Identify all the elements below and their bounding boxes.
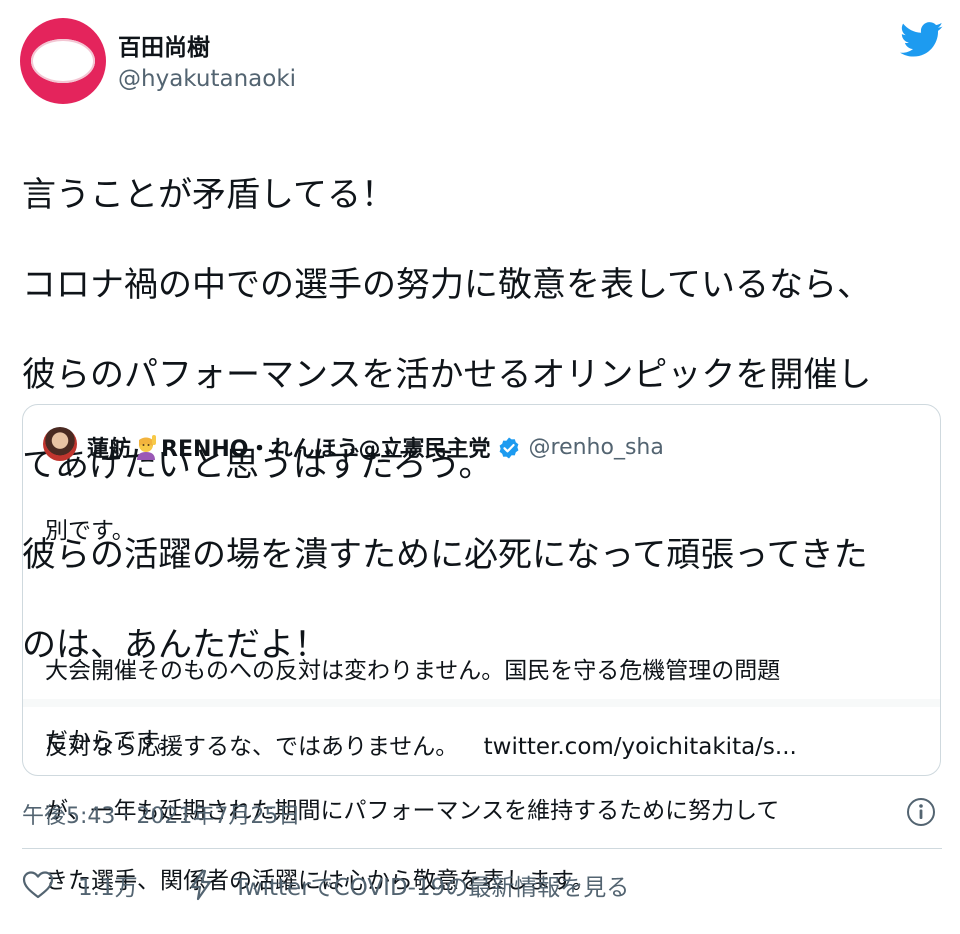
avatar-inner-ring bbox=[31, 39, 95, 83]
author-name[interactable]: 百田尚樹 bbox=[118, 28, 210, 62]
author-avatar[interactable] bbox=[20, 18, 106, 104]
tweet-actions: 1.1万 TwitterでCOVID-19の最新情報を見る bbox=[22, 868, 629, 902]
quoted-line bbox=[45, 584, 925, 619]
tweet-line: コロナ禍の中での選手の努力に敬意を表しているなら、 bbox=[22, 265, 871, 305]
tweet-line: 彼らのパフォーマンスを活かせるオリンピックを開催し bbox=[22, 355, 872, 395]
quoted-text-separator bbox=[23, 699, 940, 707]
tweet-line: 言うことが矛盾してる！ bbox=[22, 175, 395, 215]
quoted-tweet-last-line: 反対なら応援するな、ではありません。 twitter.com/yoichitak… bbox=[45, 727, 797, 761]
lightning-bolt-icon[interactable] bbox=[188, 869, 214, 901]
quoted-line: 大会開催そのものへの反対は変わりません。国民を守る危機管理の問題 bbox=[45, 658, 781, 684]
quoted-author-name-suffix[interactable]: RENHO・れんほう@立憲民主党 bbox=[161, 431, 491, 463]
actions-divider bbox=[22, 848, 942, 849]
quoted-author-avatar[interactable] bbox=[43, 427, 77, 461]
covid-info-link[interactable]: TwitterでCOVID-19の最新情報を見る bbox=[234, 868, 630, 902]
quoted-author-name[interactable]: 蓮舫 bbox=[87, 431, 131, 463]
verified-badge-icon bbox=[499, 437, 518, 459]
quoted-tweet-header: 蓮舫 RENHO・れんほう@立憲民主党 @renho_sha bbox=[87, 431, 664, 463]
heart-icon[interactable] bbox=[22, 870, 54, 900]
quoted-last-text: 反対なら応援するな、ではありません。 bbox=[45, 734, 459, 760]
author-handle[interactable]: @hyakutanaoki bbox=[118, 66, 296, 92]
person-raising-hand-emoji-icon bbox=[137, 435, 157, 460]
tweet-timestamp[interactable]: 午後5:43 · 2021年7月25日 bbox=[22, 798, 300, 830]
twitter-bird-icon[interactable] bbox=[900, 22, 944, 58]
info-icon[interactable] bbox=[906, 797, 936, 827]
like-count[interactable]: 1.1万 bbox=[78, 868, 138, 902]
quoted-line: 別です。 bbox=[45, 518, 135, 544]
quoted-tweet-card[interactable]: 蓮舫 RENHO・れんほう@立憲民主党 @renho_sha 別です。 大会開催… bbox=[22, 404, 941, 894]
quoted-tweet-link[interactable]: twitter.com/yoichitakita/s... bbox=[484, 734, 797, 760]
quoted-author-handle[interactable]: @renho_sha bbox=[529, 435, 664, 460]
